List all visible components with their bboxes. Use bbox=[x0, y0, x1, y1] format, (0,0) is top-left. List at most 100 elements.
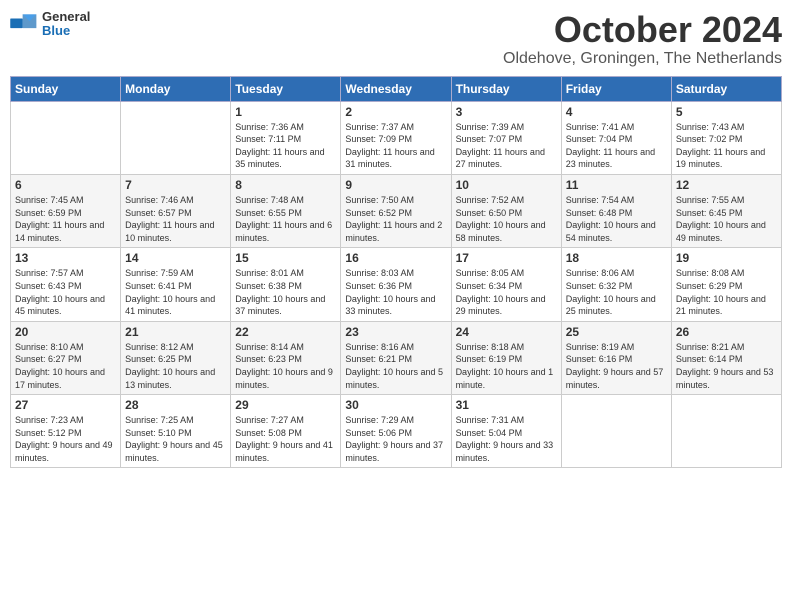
col-header-thursday: Thursday bbox=[451, 76, 561, 101]
day-number: 17 bbox=[456, 251, 557, 265]
day-number: 8 bbox=[235, 178, 336, 192]
day-number: 10 bbox=[456, 178, 557, 192]
day-number: 12 bbox=[676, 178, 777, 192]
day-number: 31 bbox=[456, 398, 557, 412]
day-number: 3 bbox=[456, 105, 557, 119]
day-number: 4 bbox=[566, 105, 667, 119]
calendar-cell: 21 Sunrise: 8:12 AMSunset: 6:25 PMDayligh… bbox=[121, 321, 231, 394]
day-info: Sunrise: 8:14 AMSunset: 6:23 PMDaylight:… bbox=[235, 341, 336, 391]
calendar-cell: 29 Sunrise: 7:27 AMSunset: 5:08 PMDayligh… bbox=[231, 395, 341, 468]
calendar-cell: 22 Sunrise: 8:14 AMSunset: 6:23 PMDayligh… bbox=[231, 321, 341, 394]
day-number: 24 bbox=[456, 325, 557, 339]
day-number: 14 bbox=[125, 251, 226, 265]
day-info: Sunrise: 7:27 AMSunset: 5:08 PMDaylight:… bbox=[235, 414, 336, 464]
col-header-wednesday: Wednesday bbox=[341, 76, 451, 101]
calendar-cell: 20 Sunrise: 8:10 AMSunset: 6:27 PMDayligh… bbox=[11, 321, 121, 394]
col-header-sunday: Sunday bbox=[11, 76, 121, 101]
calendar-cell: 14 Sunrise: 7:59 AMSunset: 6:41 PMDayligh… bbox=[121, 248, 231, 321]
calendar-cell: 23 Sunrise: 8:16 AMSunset: 6:21 PMDayligh… bbox=[341, 321, 451, 394]
calendar-cell: 13 Sunrise: 7:57 AMSunset: 6:43 PMDayligh… bbox=[11, 248, 121, 321]
day-number: 19 bbox=[676, 251, 777, 265]
day-info: Sunrise: 8:08 AMSunset: 6:29 PMDaylight:… bbox=[676, 267, 777, 317]
day-info: Sunrise: 7:50 AMSunset: 6:52 PMDaylight:… bbox=[345, 194, 446, 244]
day-info: Sunrise: 8:16 AMSunset: 6:21 PMDaylight:… bbox=[345, 341, 446, 391]
day-info: Sunrise: 7:29 AMSunset: 5:06 PMDaylight:… bbox=[345, 414, 446, 464]
day-info: Sunrise: 7:25 AMSunset: 5:10 PMDaylight:… bbox=[125, 414, 226, 464]
calendar-cell: 1 Sunrise: 7:36 AMSunset: 7:11 PMDaylight… bbox=[231, 101, 341, 174]
day-number: 21 bbox=[125, 325, 226, 339]
day-number: 27 bbox=[15, 398, 116, 412]
location-title: Oldehove, Groningen, The Netherlands bbox=[503, 50, 782, 68]
day-info: Sunrise: 8:01 AMSunset: 6:38 PMDaylight:… bbox=[235, 267, 336, 317]
day-number: 11 bbox=[566, 178, 667, 192]
day-info: Sunrise: 8:21 AMSunset: 6:14 PMDaylight:… bbox=[676, 341, 777, 391]
day-number: 18 bbox=[566, 251, 667, 265]
day-info: Sunrise: 7:31 AMSunset: 5:04 PMDaylight:… bbox=[456, 414, 557, 464]
day-info: Sunrise: 7:37 AMSunset: 7:09 PMDaylight:… bbox=[345, 121, 446, 171]
calendar-cell: 10 Sunrise: 7:52 AMSunset: 6:50 PMDayligh… bbox=[451, 174, 561, 247]
calendar-cell: 6 Sunrise: 7:45 AMSunset: 6:59 PMDaylight… bbox=[11, 174, 121, 247]
day-info: Sunrise: 7:55 AMSunset: 6:45 PMDaylight:… bbox=[676, 194, 777, 244]
day-number: 7 bbox=[125, 178, 226, 192]
calendar-cell: 7 Sunrise: 7:46 AMSunset: 6:57 PMDaylight… bbox=[121, 174, 231, 247]
col-header-saturday: Saturday bbox=[671, 76, 781, 101]
day-info: Sunrise: 7:41 AMSunset: 7:04 PMDaylight:… bbox=[566, 121, 667, 171]
calendar-cell bbox=[11, 101, 121, 174]
day-info: Sunrise: 8:06 AMSunset: 6:32 PMDaylight:… bbox=[566, 267, 667, 317]
day-number: 9 bbox=[345, 178, 446, 192]
calendar-cell bbox=[121, 101, 231, 174]
calendar-cell: 9 Sunrise: 7:50 AMSunset: 6:52 PMDaylight… bbox=[341, 174, 451, 247]
logo: General Blue bbox=[10, 10, 90, 39]
calendar-table: SundayMondayTuesdayWednesdayThursdayFrid… bbox=[10, 76, 782, 469]
calendar-cell: 11 Sunrise: 7:54 AMSunset: 6:48 PMDayligh… bbox=[561, 174, 671, 247]
logo-general: General bbox=[42, 10, 90, 24]
day-info: Sunrise: 7:45 AMSunset: 6:59 PMDaylight:… bbox=[15, 194, 116, 244]
day-number: 28 bbox=[125, 398, 226, 412]
calendar-cell: 25 Sunrise: 8:19 AMSunset: 6:16 PMDayligh… bbox=[561, 321, 671, 394]
calendar-cell: 8 Sunrise: 7:48 AMSunset: 6:55 PMDaylight… bbox=[231, 174, 341, 247]
day-number: 26 bbox=[676, 325, 777, 339]
day-number: 22 bbox=[235, 325, 336, 339]
day-info: Sunrise: 8:18 AMSunset: 6:19 PMDaylight:… bbox=[456, 341, 557, 391]
calendar-cell: 31 Sunrise: 7:31 AMSunset: 5:04 PMDayligh… bbox=[451, 395, 561, 468]
logo-icon bbox=[10, 13, 38, 35]
day-number: 23 bbox=[345, 325, 446, 339]
day-number: 30 bbox=[345, 398, 446, 412]
day-info: Sunrise: 7:36 AMSunset: 7:11 PMDaylight:… bbox=[235, 121, 336, 171]
day-info: Sunrise: 7:54 AMSunset: 6:48 PMDaylight:… bbox=[566, 194, 667, 244]
day-info: Sunrise: 7:46 AMSunset: 6:57 PMDaylight:… bbox=[125, 194, 226, 244]
day-info: Sunrise: 7:57 AMSunset: 6:43 PMDaylight:… bbox=[15, 267, 116, 317]
col-header-friday: Friday bbox=[561, 76, 671, 101]
title-area: October 2024 Oldehove, Groningen, The Ne… bbox=[503, 10, 782, 68]
day-number: 15 bbox=[235, 251, 336, 265]
calendar-cell: 27 Sunrise: 7:23 AMSunset: 5:12 PMDayligh… bbox=[11, 395, 121, 468]
day-info: Sunrise: 7:39 AMSunset: 7:07 PMDaylight:… bbox=[456, 121, 557, 171]
day-info: Sunrise: 8:12 AMSunset: 6:25 PMDaylight:… bbox=[125, 341, 226, 391]
day-number: 25 bbox=[566, 325, 667, 339]
day-info: Sunrise: 8:03 AMSunset: 6:36 PMDaylight:… bbox=[345, 267, 446, 317]
calendar-cell: 2 Sunrise: 7:37 AMSunset: 7:09 PMDaylight… bbox=[341, 101, 451, 174]
day-info: Sunrise: 7:23 AMSunset: 5:12 PMDaylight:… bbox=[15, 414, 116, 464]
month-title: October 2024 bbox=[503, 10, 782, 50]
day-number: 13 bbox=[15, 251, 116, 265]
day-info: Sunrise: 8:19 AMSunset: 6:16 PMDaylight:… bbox=[566, 341, 667, 391]
day-info: Sunrise: 7:59 AMSunset: 6:41 PMDaylight:… bbox=[125, 267, 226, 317]
calendar-cell: 24 Sunrise: 8:18 AMSunset: 6:19 PMDayligh… bbox=[451, 321, 561, 394]
logo-blue: Blue bbox=[42, 24, 90, 38]
day-number: 2 bbox=[345, 105, 446, 119]
day-info: Sunrise: 8:10 AMSunset: 6:27 PMDaylight:… bbox=[15, 341, 116, 391]
day-number: 1 bbox=[235, 105, 336, 119]
day-number: 6 bbox=[15, 178, 116, 192]
day-number: 20 bbox=[15, 325, 116, 339]
day-info: Sunrise: 7:48 AMSunset: 6:55 PMDaylight:… bbox=[235, 194, 336, 244]
calendar-cell bbox=[561, 395, 671, 468]
page-header: General Blue October 2024 Oldehove, Gron… bbox=[10, 10, 782, 68]
calendar-cell: 15 Sunrise: 8:01 AMSunset: 6:38 PMDayligh… bbox=[231, 248, 341, 321]
day-info: Sunrise: 7:43 AMSunset: 7:02 PMDaylight:… bbox=[676, 121, 777, 171]
day-info: Sunrise: 7:52 AMSunset: 6:50 PMDaylight:… bbox=[456, 194, 557, 244]
day-number: 29 bbox=[235, 398, 336, 412]
calendar-cell: 18 Sunrise: 8:06 AMSunset: 6:32 PMDayligh… bbox=[561, 248, 671, 321]
calendar-cell: 5Sunrise: 7:43 AMSunset: 7:02 PMDaylight… bbox=[671, 101, 781, 174]
col-header-monday: Monday bbox=[121, 76, 231, 101]
col-header-tuesday: Tuesday bbox=[231, 76, 341, 101]
